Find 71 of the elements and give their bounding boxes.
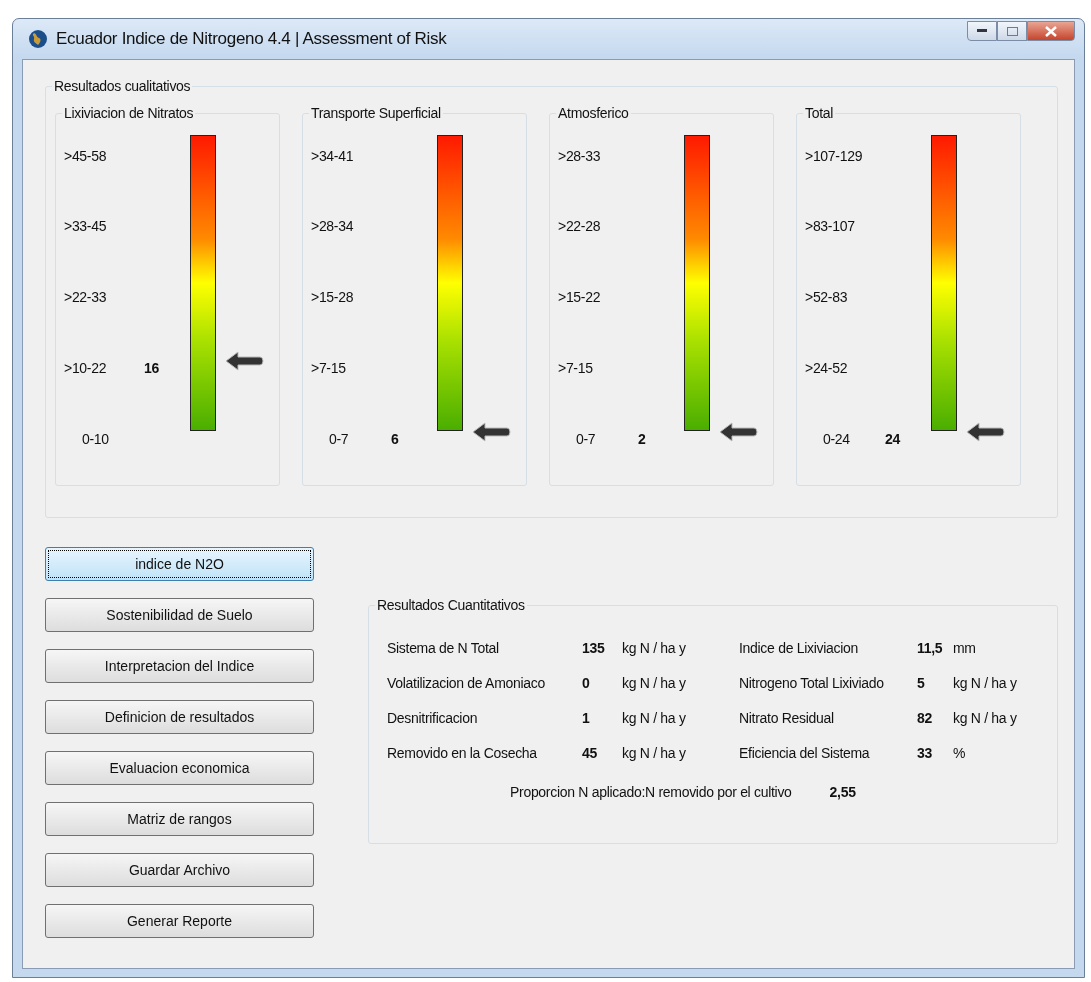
result-value: 45: [582, 744, 598, 763]
result-unit: %: [953, 744, 967, 763]
result-value: 33: [917, 744, 933, 763]
result-label: Eficiencia del Sistema: [739, 744, 871, 763]
range-label: >34-41: [311, 148, 355, 164]
range-label: >107-129: [805, 148, 864, 164]
action-button[interactable]: Generar Reporte: [45, 904, 314, 938]
window-title: Ecuador Indice de Nitrogeno 4.4 | Assessment of Risk: [56, 28, 447, 51]
result-unit: kg N / ha y: [622, 709, 687, 728]
minimize-icon: [977, 29, 987, 33]
range-label: >15-28: [311, 289, 355, 305]
action-button[interactable]: Guardar Archivo: [45, 853, 314, 887]
result-label: Nitrato Residual: [739, 709, 835, 728]
range-label: >22-28: [558, 218, 602, 234]
range-label: 0-10: [81, 431, 110, 447]
arrow-icon: [718, 421, 758, 443]
gauge-value: 24: [885, 431, 902, 447]
globe-icon: [28, 29, 48, 49]
maximize-icon: [1006, 26, 1018, 36]
arrow-icon: [224, 350, 264, 372]
range-label: >33-45: [64, 218, 108, 234]
action-button[interactable]: Evaluacion economica: [45, 751, 314, 785]
close-icon: [1045, 25, 1057, 37]
result-unit: kg N / ha y: [953, 674, 1018, 693]
close-button[interactable]: [1027, 21, 1075, 41]
range-label: >7-15: [311, 360, 347, 376]
result-unit: kg N / ha y: [622, 639, 687, 658]
result-label: Sistema de N Total: [387, 639, 500, 658]
action-button[interactable]: indice de N2O: [45, 547, 314, 581]
result-unit: mm: [953, 639, 977, 658]
action-button[interactable]: Sostenibilidad de Suelo: [45, 598, 314, 632]
range-label: >83-107: [805, 218, 856, 234]
range-label: >28-33: [558, 148, 602, 164]
ratio-value: 2,55: [829, 783, 856, 802]
gauge-value: 6: [391, 431, 400, 447]
range-label: >22-33: [64, 289, 108, 305]
result-value: 135: [582, 639, 606, 658]
action-button[interactable]: Matriz de rangos: [45, 802, 314, 836]
maximize-button[interactable]: [997, 21, 1027, 41]
gauge-title: Transporte Superficial: [309, 104, 443, 122]
action-button[interactable]: Interpretacion del Indice: [45, 649, 314, 683]
result-value: 82: [917, 709, 933, 728]
range-label: >24-52: [805, 360, 849, 376]
result-label: Desnitrificacion: [387, 709, 479, 728]
result-unit: kg N / ha y: [953, 709, 1018, 728]
gauge-value: 16: [144, 360, 160, 376]
range-label: >45-58: [64, 148, 108, 164]
range-label: >7-15: [558, 360, 594, 376]
result-unit: kg N / ha y: [622, 744, 687, 763]
result-value: 1: [582, 709, 591, 728]
range-label: 0-7: [328, 431, 350, 447]
range-label: >15-22: [558, 289, 602, 305]
result-label: Removido en la Cosecha: [387, 744, 538, 763]
result-value: 11,5: [917, 639, 944, 658]
result-label: Indice de Lixiviacion: [739, 639, 859, 658]
arrow-icon: [471, 421, 511, 443]
result-value: 0: [582, 674, 591, 693]
result-label: Volatilizacion de Amoniaco: [387, 674, 546, 693]
result-value: 5: [917, 674, 926, 693]
minimize-button[interactable]: [967, 21, 997, 41]
arrow-icon: [965, 421, 1005, 443]
result-unit: kg N / ha y: [622, 674, 687, 693]
result-label: Nitrogeno Total Lixiviado: [739, 674, 885, 693]
gauge-value: 2: [638, 431, 647, 447]
range-label: 0-24: [822, 431, 851, 447]
action-button[interactable]: Definicion de resultados: [45, 700, 314, 734]
range-label: >52-83: [805, 289, 849, 305]
range-label: >28-34: [311, 218, 355, 234]
range-label: >10-22: [64, 360, 108, 376]
ratio-label: Proporcion N aplicado:N removido por el cultivo: [510, 783, 792, 802]
range-label: 0-7: [575, 431, 597, 447]
